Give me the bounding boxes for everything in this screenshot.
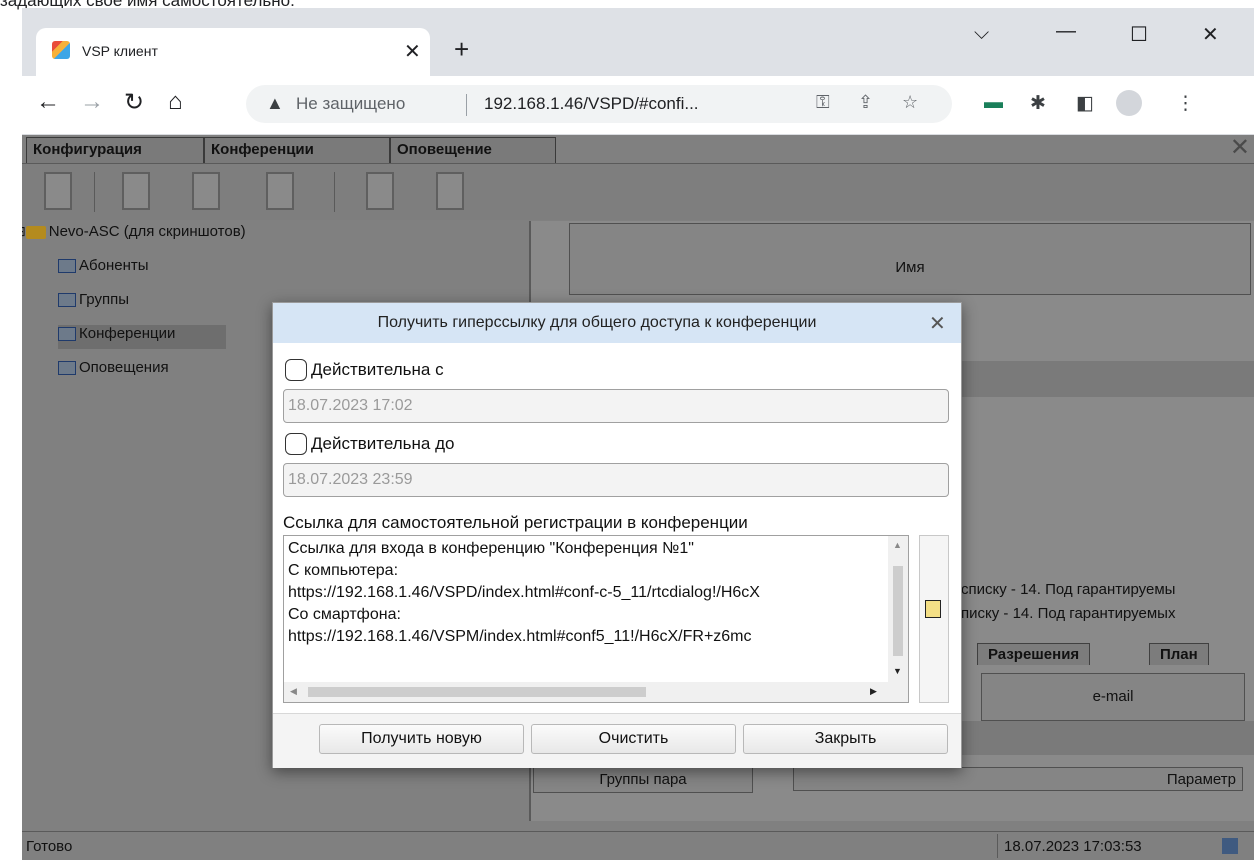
reload-icon[interactable]: ↻ <box>124 88 144 117</box>
link-line: Ссылка для входа в конференцию "Конферен… <box>288 540 694 557</box>
scroll-right-icon[interactable]: ▶ <box>870 686 877 697</box>
extensions-puzzle-icon[interactable]: ✱ <box>1030 92 1046 115</box>
status-time: 18.07.2023 17:03:53 <box>1004 838 1142 855</box>
tab-notification[interactable]: Оповещение <box>390 137 556 163</box>
address-bar[interactable]: ▲ Не защищено 192.168.1.46/VSPD/#confi..… <box>246 85 952 123</box>
tab-plan[interactable]: План <box>1149 643 1209 665</box>
dialog-title: Получить гиперссылку для общего доступа … <box>377 314 817 331</box>
tree-item-subscribers[interactable]: Абоненты <box>58 257 149 281</box>
info-line: писку - 14. Под гарантируемых <box>961 605 1176 622</box>
network-status-icon <box>1222 838 1238 854</box>
tree-item-conferences[interactable]: Конференции <box>58 325 226 349</box>
warning-icon[interactable]: ▲ <box>266 93 284 114</box>
column-header-email[interactable]: e-mail <box>981 673 1245 721</box>
security-status[interactable]: Не защищено <box>296 94 405 114</box>
status-text: Готово <box>26 838 73 855</box>
list-icon <box>58 361 76 376</box>
close-tab-icon[interactable]: ✕ <box>404 39 421 64</box>
copy-icon[interactable] <box>925 600 941 618</box>
tab-title: VSP клиент <box>82 43 158 59</box>
column-header-groups[interactable]: Группы пара <box>533 767 753 793</box>
side-panel-icon[interactable]: ◧ <box>1076 92 1094 115</box>
minimize-icon[interactable]: — <box>1056 20 1076 43</box>
app-toolbar <box>22 163 1254 220</box>
link-line: https://192.168.1.46/VSPD/index.html#con… <box>288 584 760 601</box>
app-favicon-icon <box>52 41 70 59</box>
scroll-down-icon[interactable]: ▼ <box>893 666 902 676</box>
toolbar-separator <box>334 172 335 212</box>
valid-from-label: Действительна с <box>311 360 444 379</box>
export-icon[interactable] <box>436 172 464 210</box>
column-header-parameter[interactable]: Параметр <box>793 767 1243 791</box>
tab-conferences[interactable]: Конференции <box>204 137 390 163</box>
folder-icon <box>25 225 46 239</box>
back-arrow-icon[interactable]: ← <box>36 88 60 116</box>
key-icon[interactable]: ⚿ <box>816 92 830 113</box>
profile-avatar-icon[interactable] <box>1116 90 1142 116</box>
delete-item-icon[interactable] <box>266 172 294 210</box>
edit-item-icon[interactable] <box>192 172 220 210</box>
tab-permissions[interactable]: Разрешения <box>977 643 1091 665</box>
toolbar-separator <box>94 172 95 212</box>
scrollbar-thumb[interactable] <box>308 687 646 697</box>
monitor-extension-icon[interactable]: ▬ <box>984 92 1003 114</box>
status-bar: Готово 18.07.2023 17:03:53 <box>22 831 1254 860</box>
valid-from-checkbox[interactable] <box>285 359 307 381</box>
get-new-button[interactable]: Получить новую <box>319 724 524 754</box>
url-text[interactable]: 192.168.1.46/VSPD/#confi... <box>484 94 699 114</box>
menu-kebab-icon[interactable]: ⋮ <box>1176 92 1195 115</box>
tab-configuration[interactable]: Конфигурация <box>26 137 204 163</box>
vertical-scrollbar[interactable]: ▲ ▼ <box>888 536 908 682</box>
list-icon <box>58 293 76 308</box>
bookmark-star-icon[interactable]: ☆ <box>902 92 918 113</box>
scroll-left-icon[interactable]: ◀ <box>290 686 297 697</box>
browser-tab[interactable]: VSP клиент ✕ <box>36 28 430 76</box>
info-line: списку - 14. Под гарантируемы <box>961 581 1176 598</box>
tree-item-groups[interactable]: Группы <box>58 291 129 315</box>
valid-from-field[interactable]: 18.07.2023 17:02 <box>283 389 949 423</box>
omnibox-divider <box>466 94 467 116</box>
horizontal-scrollbar[interactable]: ◀ ▶ <box>284 682 908 702</box>
close-button[interactable]: Закрыть <box>743 724 948 754</box>
link-textarea[interactable]: Ссылка для входа в конференцию "Конферен… <box>283 535 909 703</box>
column-header-name[interactable]: Имя <box>569 223 1251 295</box>
tree-item-notifications[interactable]: Оповещения <box>58 359 169 383</box>
valid-to-checkbox[interactable] <box>285 433 307 455</box>
link-caption: Ссылка для самостоятельной регистрации в… <box>283 513 748 532</box>
list-icon <box>58 259 76 274</box>
scroll-up-icon[interactable]: ▲ <box>893 540 902 550</box>
browser-toolbar: ← → ↻ ⌂ ▲ Не защищено 192.168.1.46/VSPD/… <box>22 76 1254 135</box>
maximize-icon[interactable]: ☐ <box>1130 22 1148 47</box>
list-icon <box>58 327 76 342</box>
valid-to-field[interactable]: 18.07.2023 23:59 <box>283 463 949 497</box>
tab-search-chevron-icon[interactable]: ⌵ <box>974 22 989 45</box>
share-link-dialog: Получить гиперссылку для общего доступа … <box>272 302 962 768</box>
close-icon[interactable]: ✕ <box>1230 135 1250 162</box>
scrollbar-thumb[interactable] <box>893 566 903 656</box>
link-line: https://192.168.1.46/VSPM/index.html#con… <box>288 628 752 645</box>
dialog-buttons: Получить новую Очистить Закрыть <box>273 713 961 768</box>
forward-arrow-icon[interactable]: → <box>80 88 104 116</box>
valid-to-label: Действительна до <box>311 434 455 453</box>
add-item-icon[interactable] <box>122 172 150 210</box>
copy-pane <box>919 535 949 703</box>
close-icon[interactable]: ✕ <box>929 311 946 336</box>
link-line: Со смартфона: <box>288 606 401 623</box>
status-divider <box>997 834 998 858</box>
new-tab-button[interactable]: + <box>454 34 469 65</box>
app-tab-bar: Конфигурация Конференции Оповещение ✕ <box>22 135 1254 163</box>
import-icon[interactable] <box>366 172 394 210</box>
tree-root[interactable]: ⊟Nevo-ASC (для скриншотов) <box>22 223 246 247</box>
dialog-titlebar: Получить гиперссылку для общего доступа … <box>273 303 961 343</box>
home-icon[interactable]: ⌂ <box>168 88 183 116</box>
refresh-icon[interactable] <box>44 172 72 210</box>
clear-button[interactable]: Очистить <box>531 724 736 754</box>
link-line: С компьютера: <box>288 562 399 579</box>
share-icon[interactable]: ⇪ <box>858 92 873 113</box>
close-window-icon[interactable]: ✕ <box>1202 22 1219 47</box>
